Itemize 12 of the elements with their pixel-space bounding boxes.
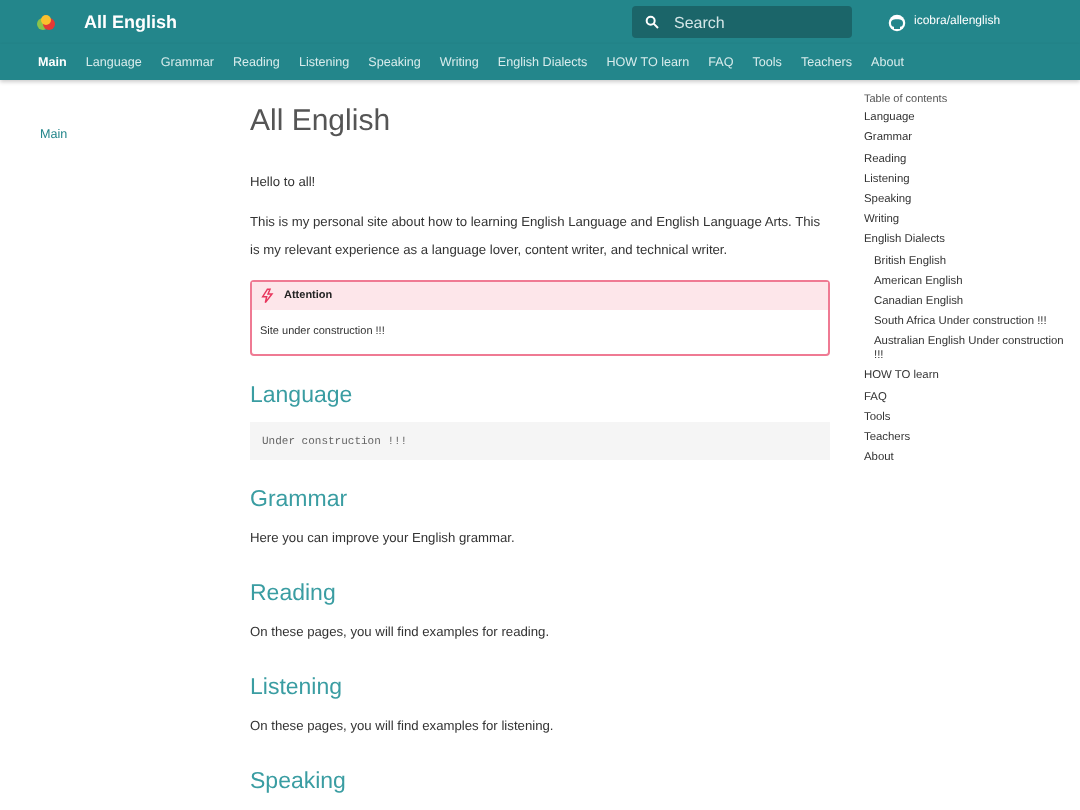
section-heading: Grammar xyxy=(250,488,350,512)
lightning-icon xyxy=(260,288,276,304)
logo-icon xyxy=(36,13,56,31)
search-field[interactable]: Search xyxy=(632,6,852,38)
search-icon xyxy=(644,14,660,30)
page-title: All English xyxy=(250,102,393,138)
search-field[interactable]: Search xyxy=(674,13,814,31)
section-heading: Listening xyxy=(250,676,345,700)
site-title: All English xyxy=(84,12,180,32)
section-heading: Language xyxy=(250,384,355,408)
section-heading: Speaking xyxy=(250,770,348,794)
section-heading: Reading xyxy=(250,582,338,606)
